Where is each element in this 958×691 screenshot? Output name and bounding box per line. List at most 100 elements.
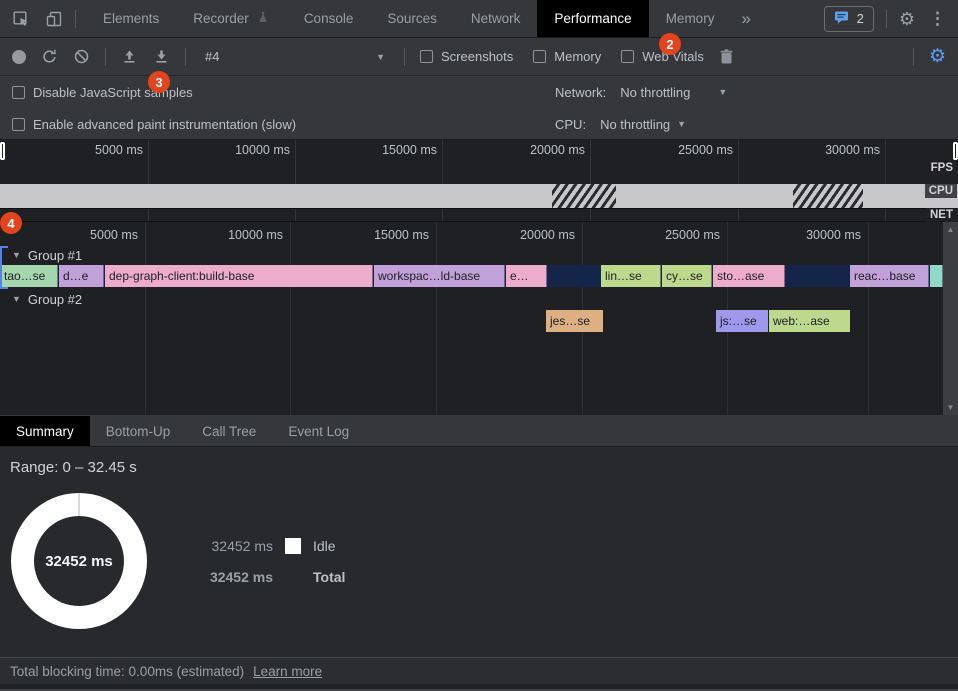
checkbox-box bbox=[12, 118, 25, 131]
checkbox-box bbox=[533, 50, 546, 63]
flame-bar[interactable]: js:…se bbox=[716, 310, 768, 332]
flame-bar[interactable]: d…e bbox=[59, 265, 104, 287]
tab-label: Recorder bbox=[193, 11, 249, 26]
overview-left-handle[interactable] bbox=[0, 142, 5, 160]
flame-bar[interactable]: jes…se bbox=[546, 310, 603, 332]
selection-bracket bbox=[0, 246, 8, 289]
advanced-paint-checkbox[interactable]: Enable advanced paint instrumentation (s… bbox=[12, 117, 296, 132]
screenshots-checkbox[interactable]: Screenshots bbox=[420, 49, 513, 64]
flame-bar[interactable]: dep-graph-client:build-base bbox=[105, 265, 373, 287]
device-toolbar-icon[interactable] bbox=[45, 10, 63, 28]
clear-recording-icon[interactable] bbox=[73, 48, 90, 65]
tab-recorder[interactable]: Recorder bbox=[176, 0, 287, 37]
history-dropdown[interactable]: #4 ▼ bbox=[201, 49, 389, 64]
summary-legend: 32452 ms Idle 32452 ms Total bbox=[153, 538, 345, 585]
flame-bar[interactable] bbox=[930, 265, 943, 287]
flame-scrollbar[interactable]: ▲ ▼ bbox=[943, 222, 958, 415]
group-1-header[interactable]: ▼ Group #1 bbox=[0, 246, 82, 264]
settings-row-js-samples: Disable JavaScript samples Network: No t… bbox=[0, 76, 958, 108]
checkbox-label: Screenshots bbox=[441, 49, 513, 64]
console-messages-button[interactable]: 2 bbox=[824, 6, 874, 32]
reload-and-record-icon[interactable] bbox=[41, 48, 58, 65]
capture-settings-gear-icon[interactable]: ⚙ bbox=[929, 47, 946, 66]
more-tabs-icon[interactable]: » bbox=[731, 9, 760, 29]
performance-toolbar: #4 ▼ ScreenshotsMemoryWeb Vitals ⚙ bbox=[0, 38, 958, 76]
flame-tick-label: 10000 ms bbox=[228, 228, 283, 242]
flame-bar[interactable]: lin…se bbox=[601, 265, 661, 287]
tab-performance[interactable]: Performance bbox=[537, 0, 648, 37]
legend-value: 32452 ms bbox=[153, 538, 273, 554]
checkbox-box bbox=[12, 86, 25, 99]
tab-label: Sources bbox=[387, 11, 437, 26]
history-selected-label: #4 bbox=[205, 49, 219, 64]
devtools-window: Elements Recorder Console Sources Network Per… bbox=[0, 0, 958, 691]
flame-bar[interactable]: e… bbox=[506, 265, 547, 287]
donut-total-label: 32452 ms bbox=[11, 493, 147, 629]
footer-bar: Total blocking time: 0.00ms (estimated) … bbox=[0, 657, 958, 684]
scroll-up-icon[interactable]: ▲ bbox=[947, 225, 955, 234]
notification-badge-3[interactable]: 3 bbox=[148, 71, 170, 93]
overview-tick-label: 20000 ms bbox=[530, 143, 585, 157]
flame-bar[interactable]: cy…se bbox=[662, 265, 712, 287]
tab-sources[interactable]: Sources bbox=[370, 0, 454, 37]
collapse-chevron-icon: ▼ bbox=[12, 250, 21, 260]
group-2-header[interactable]: ▼ Group #2 bbox=[0, 290, 82, 308]
flame-bar[interactable]: workspac…ld-base bbox=[374, 265, 505, 287]
detail-tab-summary[interactable]: Summary bbox=[0, 416, 90, 446]
overview-right-handle[interactable] bbox=[953, 142, 958, 160]
cpu-label: CPU: bbox=[555, 117, 586, 132]
tab-console[interactable]: Console bbox=[287, 0, 371, 37]
legend-row: 32452 ms Total bbox=[153, 569, 345, 585]
summary-pane: Range: 0 – 32.45 s 32452 ms 32452 msIdle… bbox=[0, 447, 958, 657]
trash-icon[interactable] bbox=[719, 48, 734, 65]
flame-bar[interactable]: web:…ase bbox=[769, 310, 850, 332]
network-throttling-select[interactable]: No throttling bbox=[620, 85, 690, 100]
devtools-tabbar: Elements Recorder Console Sources Network Per… bbox=[0, 0, 958, 38]
memory-checkbox[interactable]: Memory bbox=[533, 49, 601, 64]
flame-chart[interactable]: 5000 ms10000 ms15000 ms20000 ms25000 ms3… bbox=[0, 222, 958, 416]
tab-network[interactable]: Network bbox=[454, 0, 538, 37]
overview-tick-label: 10000 ms bbox=[235, 143, 290, 157]
divider bbox=[886, 10, 887, 28]
flame-bar[interactable]: tao…se bbox=[0, 265, 58, 287]
tab-label: Console bbox=[304, 11, 354, 26]
messages-count: 2 bbox=[857, 11, 864, 26]
cpu-busy-hatch bbox=[793, 184, 863, 208]
cpu-busy-hatch bbox=[552, 184, 616, 208]
checkbox-label: Enable advanced paint instrumentation (s… bbox=[33, 117, 296, 132]
flame-bar[interactable]: sto…ase bbox=[713, 265, 785, 287]
notification-badge-2[interactable]: 2 bbox=[659, 33, 681, 55]
settings-row-paint: Enable advanced paint instrumentation (s… bbox=[0, 108, 958, 140]
record-button[interactable] bbox=[12, 50, 26, 64]
legend-value: 32452 ms bbox=[153, 569, 273, 585]
learn-more-link[interactable]: Learn more bbox=[253, 664, 322, 679]
kebab-menu-icon[interactable]: ⋮ bbox=[927, 9, 948, 29]
net-lane-label: NET bbox=[926, 208, 957, 222]
flame-bar[interactable]: reac…base bbox=[850, 265, 929, 287]
tab-memory[interactable]: Memory bbox=[649, 0, 732, 37]
tab-label: Network bbox=[471, 11, 521, 26]
save-profile-icon[interactable] bbox=[153, 48, 170, 65]
load-profile-icon[interactable] bbox=[121, 48, 138, 65]
scroll-down-icon[interactable]: ▼ bbox=[947, 403, 955, 412]
detail-tab-call-tree[interactable]: Call Tree bbox=[186, 416, 272, 446]
overview-tick-label: 15000 ms bbox=[382, 143, 437, 157]
panel-tabs: Elements Recorder Console Sources Network Per… bbox=[86, 0, 731, 37]
cpu-throttling-select[interactable]: No throttling bbox=[600, 117, 670, 132]
detail-tab-bottom-up[interactable]: Bottom-Up bbox=[90, 416, 187, 446]
notification-badge-4[interactable]: 4 bbox=[0, 212, 22, 234]
settings-gear-icon[interactable]: ⚙ bbox=[899, 10, 915, 28]
timeline-overview[interactable]: 5000 ms10000 ms15000 ms20000 ms25000 ms3… bbox=[0, 140, 958, 222]
flame-tick-label: 5000 ms bbox=[90, 228, 138, 242]
tab-elements[interactable]: Elements bbox=[86, 0, 176, 37]
legend-label: Idle bbox=[313, 538, 336, 554]
detail-tab-event-log[interactable]: Event Log bbox=[272, 416, 365, 446]
network-label: Network: bbox=[555, 85, 606, 100]
cpu-lane-label: CPU bbox=[925, 184, 957, 198]
fps-lane-label: FPS bbox=[927, 161, 957, 175]
legend-label: Total bbox=[313, 569, 345, 585]
flame-tick-label: 15000 ms bbox=[374, 228, 429, 242]
inspect-element-icon[interactable] bbox=[12, 10, 30, 28]
group-2-lane: jes…se js:…seweb:…ase bbox=[0, 310, 943, 332]
divider bbox=[185, 48, 186, 66]
